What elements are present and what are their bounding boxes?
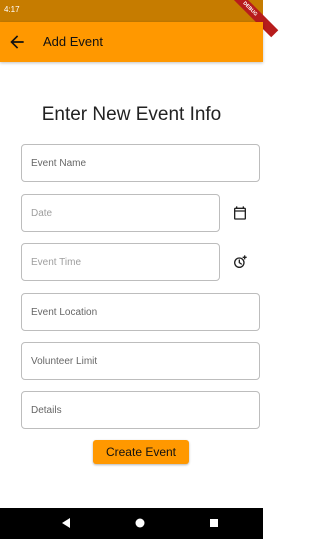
event-time-field[interactable]: [21, 243, 220, 281]
volunteer-limit-field[interactable]: [21, 342, 260, 380]
details-field[interactable]: [21, 391, 260, 429]
add-alarm-icon[interactable]: [232, 254, 248, 270]
page-heading: Enter New Event Info: [41, 104, 222, 125]
system-nav-bar: [0, 508, 263, 539]
nav-back-icon[interactable]: [59, 516, 73, 530]
arrow-back-icon[interactable]: [7, 32, 27, 52]
create-event-button[interactable]: Create Event: [93, 440, 189, 464]
nav-home-icon[interactable]: [133, 516, 147, 530]
details-input[interactable]: [22, 392, 259, 428]
date-field[interactable]: [21, 194, 220, 232]
event-location-field[interactable]: [21, 293, 260, 331]
date-input[interactable]: [22, 195, 219, 231]
event-name-field[interactable]: [21, 144, 260, 182]
event-location-input[interactable]: [22, 294, 259, 330]
event-time-input[interactable]: [22, 244, 219, 280]
event-name-input[interactable]: [22, 145, 259, 181]
nav-recents-icon[interactable]: [207, 516, 221, 530]
status-time: 4:17: [4, 5, 20, 14]
app-bar-title: Add Event: [43, 34, 103, 49]
volunteer-limit-input[interactable]: [22, 343, 259, 379]
app-bar: Add Event: [0, 22, 263, 62]
status-bar: 4:17 DEBUG: [0, 0, 279, 38]
calendar-icon[interactable]: [232, 205, 248, 221]
